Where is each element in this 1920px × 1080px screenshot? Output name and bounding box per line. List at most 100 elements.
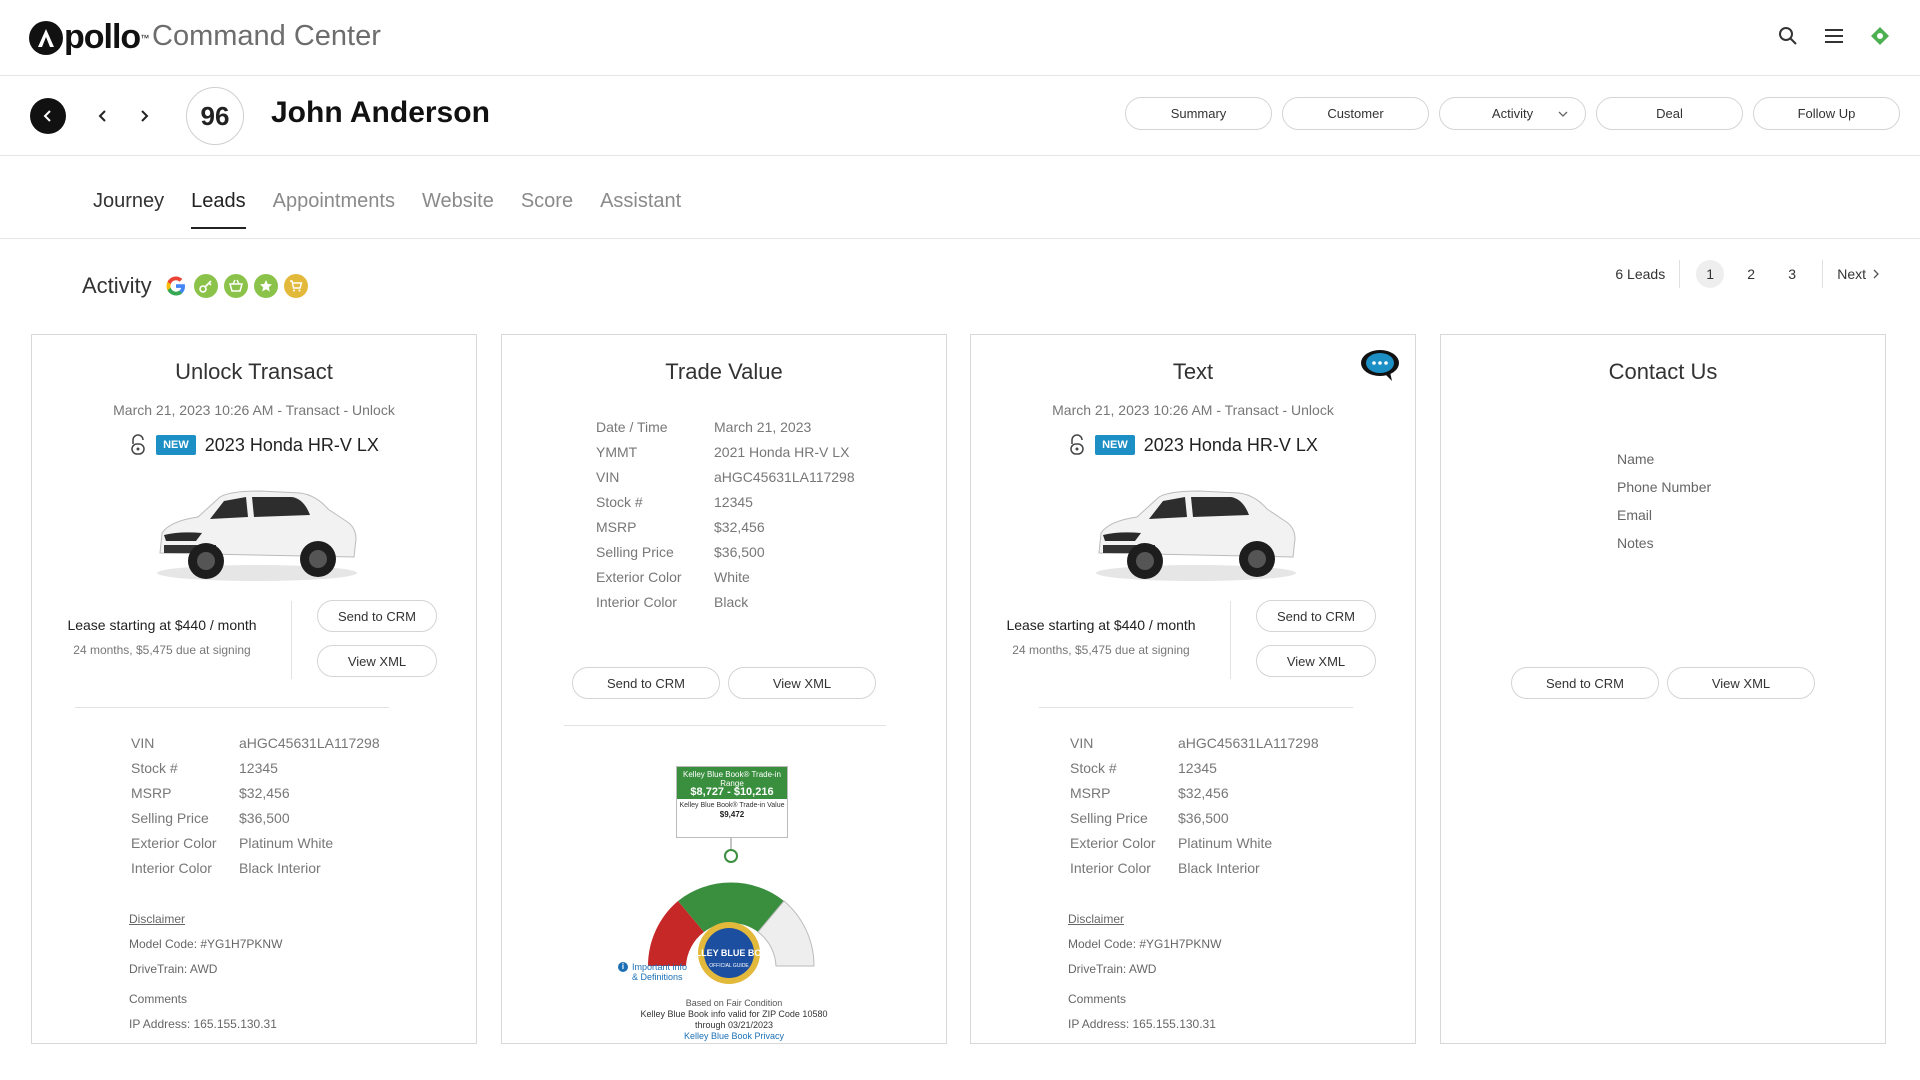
- view-xml-button[interactable]: View XML: [1256, 645, 1376, 677]
- divider: [1039, 707, 1353, 708]
- vehicle-name: 2023 Honda HR-V LX: [204, 434, 379, 455]
- activity-label: Activity: [82, 273, 152, 298]
- spec-key: Selling Price: [131, 810, 209, 826]
- spec-row: YMMT 2021 Honda HR-V LX: [596, 440, 855, 465]
- model-code: Model Code: #YG1H7PKNW: [1068, 937, 1222, 951]
- send-to-crm-button[interactable]: Send to CRM: [1256, 600, 1376, 632]
- send-to-crm-button[interactable]: Send to CRM: [572, 667, 720, 699]
- comments-label: Comments: [129, 992, 188, 1006]
- page-1-button[interactable]: 1: [1696, 260, 1725, 288]
- customer-name: John Anderson: [271, 96, 490, 129]
- vertical-divider: [1230, 601, 1231, 679]
- vehicle-line: NEW 2023 Honda HR-V LX: [971, 434, 1415, 456]
- google-icon[interactable]: [164, 274, 188, 298]
- chevron-left-icon: [98, 110, 106, 122]
- tab-website[interactable]: Website: [422, 190, 494, 229]
- spec-value: 2021 Honda HR-V LX: [714, 444, 850, 460]
- kbb-range-value: $8,727 - $10,216: [690, 786, 774, 798]
- customer-button[interactable]: Customer: [1282, 97, 1429, 130]
- chevron-left-icon: [43, 110, 51, 122]
- chevron-down-icon: [1558, 111, 1568, 117]
- disclaimer-link[interactable]: Disclaimer: [129, 912, 185, 926]
- send-to-crm-button[interactable]: Send to CRM: [1511, 667, 1659, 699]
- spec-value: Black Interior: [239, 860, 321, 876]
- deal-button[interactable]: Deal: [1596, 97, 1743, 130]
- comments-label: Comments: [1068, 992, 1127, 1006]
- spec-row: Stock # 12345: [1070, 756, 1319, 781]
- kbb-info-label: Important info & Definitions: [632, 962, 688, 982]
- chevron-right-icon: [1873, 269, 1879, 279]
- leads-pager: 6 Leads 1 2 3 Next: [1615, 260, 1880, 288]
- chat-bubble-icon[interactable]: [1359, 347, 1401, 383]
- disclaimer-link[interactable]: Disclaimer: [1068, 912, 1124, 926]
- spec-key: VIN: [131, 735, 155, 751]
- tab-score[interactable]: Score: [521, 190, 573, 229]
- contact-field-notes: Notes: [1617, 535, 1654, 551]
- dealer-badge-icon[interactable]: [1868, 24, 1892, 48]
- contact-fields: Name Phone Number Email Notes: [1617, 445, 1711, 557]
- kbb-trade-in-widget: Kelley Blue Book® Trade-in Range $8,727 …: [618, 760, 838, 1045]
- spec-row: MSRP $32,456: [596, 515, 855, 540]
- summary-button[interactable]: Summary: [1125, 97, 1272, 130]
- tab-journey[interactable]: Journey: [93, 190, 164, 229]
- menu-icon[interactable]: [1822, 24, 1846, 48]
- spec-value: Platinum White: [1178, 835, 1273, 851]
- spec-row: VIN aHGC45631LA117298: [596, 465, 855, 490]
- kbb-seal-icon: KELLEY BLUE BOOK OFFICIAL GUIDE: [696, 922, 762, 984]
- spec-row: VIN aHGC45631LA117298: [1070, 731, 1319, 756]
- lease-terms: 24 months, $5,475 due at signing: [73, 643, 251, 657]
- next-customer-button[interactable]: [132, 104, 156, 128]
- spec-row: Interior Color Black Interior: [131, 856, 380, 881]
- search-icon[interactable]: [1776, 24, 1800, 48]
- unlock-icon: [1070, 434, 1084, 455]
- spec-value: Black Interior: [1178, 860, 1260, 876]
- apollo-logo[interactable]: pollo ™: [29, 18, 149, 57]
- tab-appointments[interactable]: Appointments: [273, 190, 395, 229]
- spec-value: March 21, 2023: [714, 419, 812, 435]
- spec-row: Interior Color Black: [596, 590, 855, 615]
- view-xml-button[interactable]: View XML: [728, 667, 876, 699]
- tab-assistant[interactable]: Assistant: [600, 190, 681, 229]
- lead-card-trade-value: Trade Value Date / Time March 21, 2023 YM…: [501, 334, 947, 1044]
- spec-row: Exterior Color White: [596, 565, 855, 590]
- kbb-notes: Based on Fair Condition Kelley Blue Book…: [618, 998, 850, 1042]
- view-xml-button[interactable]: View XML: [317, 645, 437, 677]
- lead-card-unlock-transact: Unlock Transact March 21, 2023 10:26 AM …: [31, 334, 477, 1044]
- star-icon[interactable]: [254, 274, 278, 298]
- top-bar: pollo ™ Command Center: [0, 0, 1920, 76]
- back-button[interactable]: [30, 98, 66, 134]
- customer-header: 96 John Anderson Summary Customer Activi…: [0, 76, 1920, 156]
- page-2-button[interactable]: 2: [1737, 260, 1765, 288]
- kbb-value-label: Kelley Blue Book® Trade-in Value: [679, 802, 785, 809]
- spec-row: Stock # 12345: [596, 490, 855, 515]
- basket-icon[interactable]: [224, 274, 248, 298]
- activity-dropdown[interactable]: Activity: [1439, 97, 1586, 130]
- kbb-privacy-link[interactable]: Kelley Blue Book Privacy: [618, 1031, 850, 1042]
- spec-key: MSRP: [1070, 785, 1111, 801]
- key-icon[interactable]: [194, 274, 218, 298]
- send-to-crm-button[interactable]: Send to CRM: [317, 600, 437, 632]
- top-icons: [1776, 24, 1892, 48]
- kbb-info-link[interactable]: i Important info & Definitions: [618, 962, 690, 982]
- cart-icon[interactable]: [284, 274, 308, 298]
- view-xml-button[interactable]: View XML: [1667, 667, 1815, 699]
- previous-customer-button[interactable]: [91, 104, 115, 128]
- card-subtitle: March 21, 2023 10:26 AM - Transact - Unl…: [113, 402, 395, 418]
- card-title: Unlock Transact: [175, 359, 333, 384]
- follow-up-button[interactable]: Follow Up: [1753, 97, 1900, 130]
- spec-value: aHGC45631LA117298: [714, 469, 855, 485]
- spec-key: Interior Color: [1070, 860, 1151, 876]
- spec-row: VIN aHGC45631LA117298: [131, 731, 380, 756]
- spec-value: White: [714, 569, 750, 585]
- tab-leads[interactable]: Leads: [191, 190, 246, 229]
- spec-key: Stock #: [596, 494, 643, 510]
- page-3-button[interactable]: 3: [1778, 260, 1806, 288]
- spec-row: Exterior Color Platinum White: [131, 831, 380, 856]
- logo-a-mark: [29, 20, 63, 55]
- lease-price: Lease starting at $440 / month: [1006, 617, 1196, 633]
- lead-card-contact-us: Contact Us Name Phone Number Email Notes…: [1440, 334, 1886, 1044]
- kbb-seal-subtext: OFFICIAL GUIDE: [709, 963, 749, 969]
- spec-row: Stock # 12345: [131, 756, 380, 781]
- spec-value: aHGC45631LA117298: [1178, 735, 1319, 751]
- next-page-button[interactable]: Next: [1822, 260, 1880, 288]
